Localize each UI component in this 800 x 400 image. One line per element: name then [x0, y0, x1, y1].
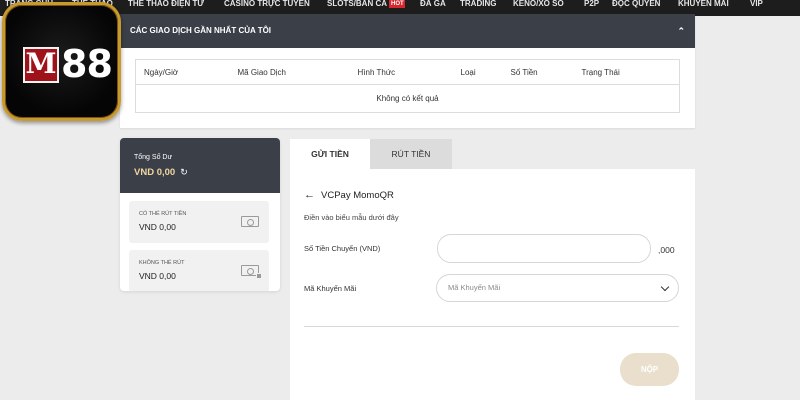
nav-item-trading[interactable]: TRADING — [460, 0, 502, 12]
column-header-type: Loại — [452, 59, 503, 85]
amount-suffix: ,000 — [658, 245, 675, 255]
nav-item-promotions[interactable]: KHUYẾN MÃI — [678, 0, 738, 12]
logo-number: 88 — [61, 42, 113, 86]
nav-item-keno[interactable]: KENO/XỔ SỐ — [513, 0, 571, 12]
form-instruction: Điền vào biểu mẫu dưới đây — [304, 213, 399, 222]
table-row: Không có kết quả — [136, 85, 680, 113]
promo-code-placeholder: Mã Khuyến Mãi — [448, 283, 501, 292]
nav-item-slots-label: SLOTS/BẮN CÁ — [327, 0, 387, 8]
non-withdrawable-card: KHÔNG THỂ RÚT VND 0,00 — [129, 250, 269, 291]
nav-item-p2p[interactable]: P2P — [584, 0, 604, 12]
total-balance-label: Tổng Số Dư — [134, 154, 173, 161]
promo-code-select[interactable]: Mã Khuyến Mãi — [436, 274, 679, 302]
arrow-left-icon[interactable]: ← — [304, 189, 315, 201]
recent-transactions-panel: CÁC GIAO DỊCH GẦN NHẤT CỦA TÔI ⌃ Ngày/Gi… — [120, 14, 695, 128]
column-header-amount: Số Tiền — [502, 59, 574, 85]
cash-icon — [241, 216, 259, 227]
m88-logo[interactable]: M 88 — [2, 2, 121, 121]
table-header-row: Ngày/Giờ Mã Giao Dịch Hình Thức Loại Số … — [135, 59, 680, 85]
column-header-transaction-id: Mã Giao Dịch — [229, 59, 350, 85]
submit-button[interactable]: NỘP — [620, 353, 679, 386]
nav-item-live-casino[interactable]: CASINO TRỰC TUYẾN — [224, 0, 314, 12]
transactions-header[interactable]: CÁC GIAO DỊCH GẦN NHẤT CỦA TÔI ⌃ — [120, 14, 695, 48]
nav-item-vip[interactable]: VIP — [750, 0, 770, 12]
refresh-icon[interactable]: ↻ — [180, 167, 188, 177]
payment-method-title: VCPay MomoQR — [321, 190, 394, 201]
chevron-down-icon — [660, 282, 670, 292]
total-balance-amount: VND 0,00 — [134, 167, 176, 178]
tab-deposit[interactable]: GỬI TIỀN — [290, 139, 370, 169]
lock-icon — [256, 273, 262, 279]
column-header-method: Hình Thức — [349, 59, 453, 85]
chevron-up-icon[interactable]: ⌃ — [677, 14, 685, 48]
column-header-datetime: Ngày/Giờ — [135, 59, 230, 85]
form-divider — [304, 326, 679, 327]
promo-code-label: Mã Khuyến Mãi — [304, 284, 357, 293]
hot-badge: HOT — [389, 0, 405, 8]
amount-input[interactable] — [437, 234, 651, 263]
nav-item-slots[interactable]: SLOTS/BẮN CÁ HOT — [327, 0, 405, 12]
nav-item-exclusive[interactable]: ĐỘC QUYỀN — [612, 0, 667, 12]
back-to-methods[interactable]: ← VCPay MomoQR — [304, 189, 394, 201]
nav-item-cockfight[interactable]: ĐÁ GÀ — [420, 0, 450, 12]
withdrawable-card: CÓ THỂ RÚT TIỀN VND 0,00 — [129, 201, 269, 243]
total-balance-row: VND 0,00 ↻ — [134, 167, 280, 178]
amount-label: Số Tiền Chuyển (VND) — [304, 244, 381, 253]
locked-cash-icon — [241, 265, 262, 279]
balance-panel: Tổng Số Dư VND 0,00 ↻ CÓ THỂ RÚT TIỀN VND… — [120, 138, 280, 291]
empty-results-text: Không có kết quả — [376, 94, 439, 103]
nav-item-esports[interactable]: THỂ THAO ĐIỆN TỬ — [128, 0, 208, 12]
total-balance-section: Tổng Số Dư VND 0,00 ↻ — [120, 138, 280, 193]
logo-mark: M — [23, 47, 59, 83]
transactions-title: CÁC GIAO DỊCH GẦN NHẤT CỦA TÔI — [130, 26, 272, 35]
tab-withdraw[interactable]: RÚT TIỀN — [370, 139, 452, 169]
column-header-status: Trạng Thái — [573, 59, 680, 85]
deposit-form-panel: ← VCPay MomoQR Điền vào biểu mẫu dưới đây… — [290, 169, 695, 400]
transactions-table: Ngày/Giờ Mã Giao Dịch Hình Thức Loại Số … — [135, 59, 680, 113]
